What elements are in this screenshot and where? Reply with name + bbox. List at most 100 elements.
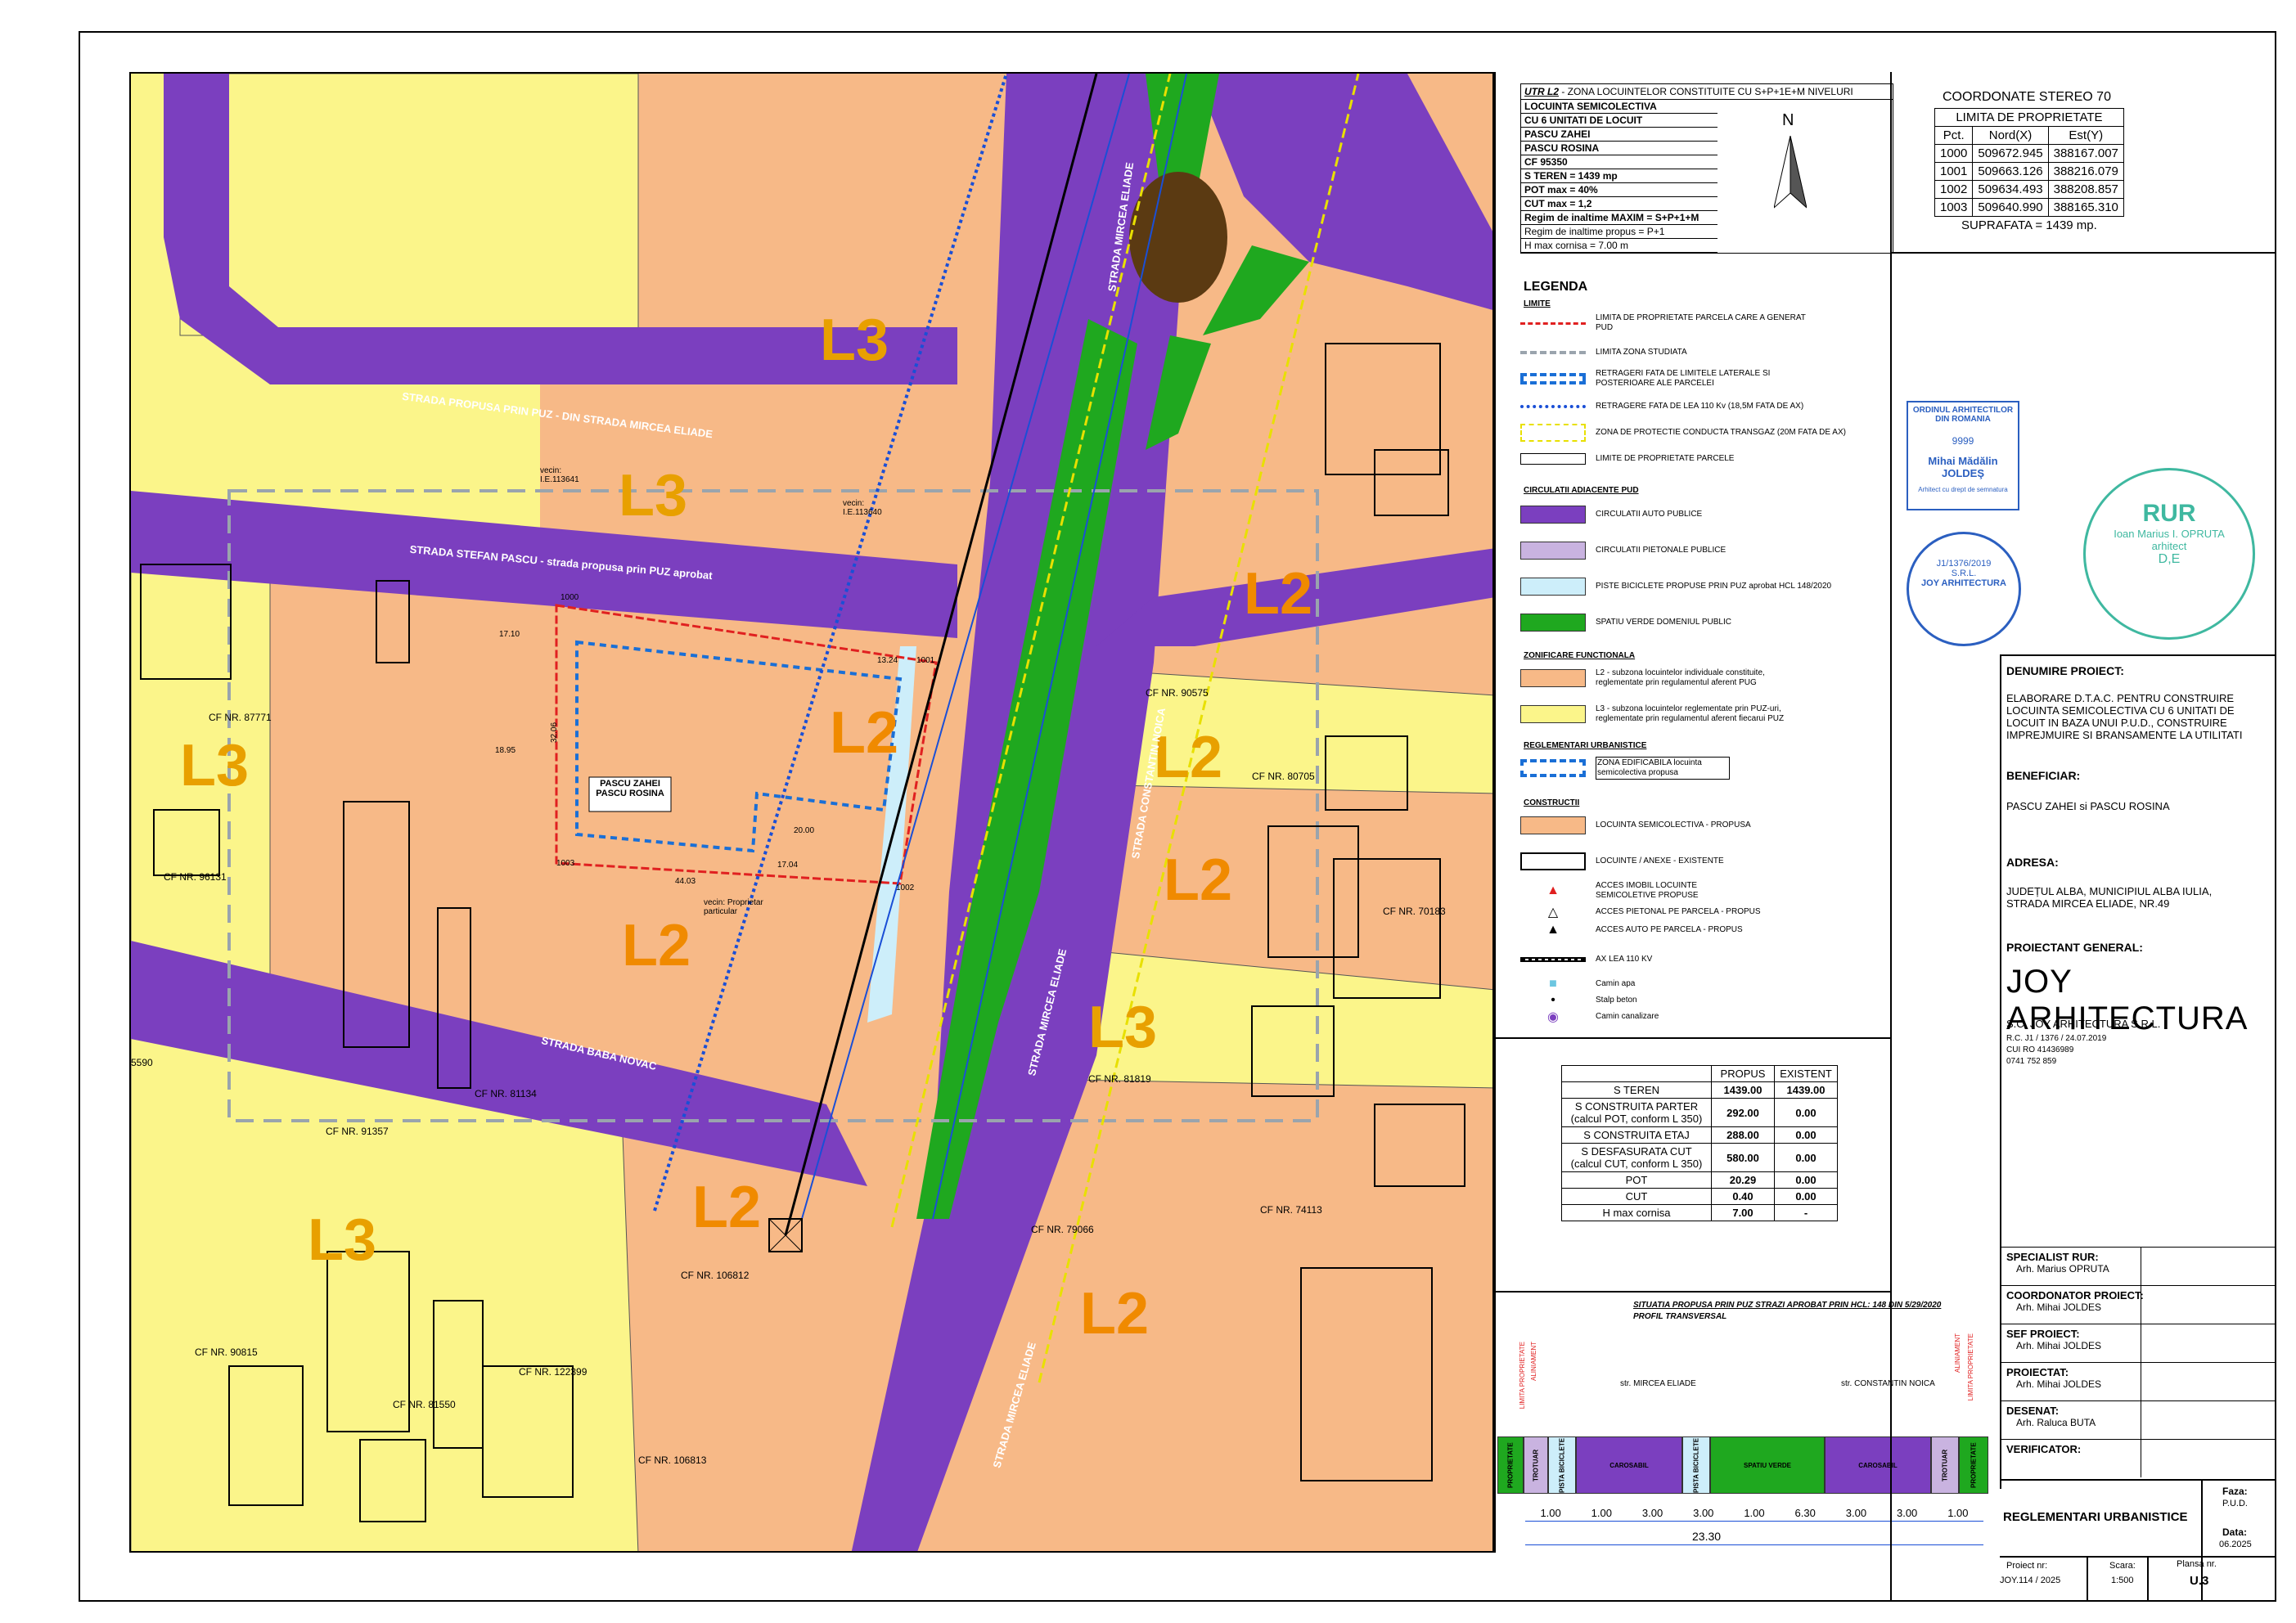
coords-cell: 509663.126 bbox=[1972, 162, 2049, 181]
general-label: PROIECTANT GENERAL: bbox=[2006, 941, 2143, 954]
coords-cell: 509634.493 bbox=[1972, 180, 2049, 199]
cf-label: CF NR. 106813 bbox=[638, 1454, 707, 1466]
profile-dim: 3.00 bbox=[1830, 1507, 1882, 1522]
plan-title: REGLEMENTARI URBANISTICE bbox=[2003, 1510, 2188, 1524]
coords-cell: 509640.990 bbox=[1972, 198, 2049, 217]
company-rc: R.C. J1 / 1376 / 24.07.2019 bbox=[2006, 1034, 2107, 1043]
legend-item: AX LEA 110 KV bbox=[1520, 949, 1652, 970]
coords-header: Pct. bbox=[1934, 126, 1974, 145]
scara: 1:500 bbox=[2111, 1576, 2134, 1585]
signature-label: SEF PROIECT: bbox=[2006, 1328, 2080, 1340]
stats-cell: - bbox=[1774, 1204, 1838, 1221]
cf-label: CF NR. 87771 bbox=[209, 712, 272, 723]
project-name: ELABORARE D.T.A.C. PENTRU CONSTRUIRE LOC… bbox=[2006, 692, 2243, 741]
signature-row: PROIECTAT: Arh. Mihai JOLDES bbox=[2000, 1362, 2276, 1400]
dimension-label: 20.00 bbox=[794, 826, 815, 835]
signature-label: VERIFICATOR: bbox=[2006, 1443, 2082, 1455]
coords-cell: 1003 bbox=[1934, 198, 1974, 217]
profile-limit-label: ALINIAMENT bbox=[1530, 1342, 1537, 1382]
faza-label: Faza: bbox=[2222, 1486, 2248, 1497]
dimension-label: 17.10 bbox=[499, 630, 520, 639]
coords-cell: 388167.007 bbox=[2047, 144, 2124, 163]
zone-label-l3: L3 bbox=[180, 733, 250, 798]
signature-label: COORDONATOR PROIECT: bbox=[2006, 1289, 2144, 1302]
point-label: 1002 bbox=[896, 883, 915, 892]
info-line: Regim de inaltime propus = P+1 bbox=[1521, 225, 1717, 239]
stats-row: S TEREN 1439.00 1439.00 bbox=[1561, 1081, 1838, 1099]
stats-cell: S CONSTRUITA PARTER (calcul POT, conform… bbox=[1561, 1098, 1712, 1127]
scara-label: Scara: bbox=[2109, 1561, 2136, 1571]
profile-band: TROTUAR bbox=[1524, 1436, 1548, 1494]
plansa-label: Plansa nr. bbox=[2177, 1559, 2217, 1569]
brown-feature bbox=[1129, 172, 1227, 303]
profile-dim: 1.00 bbox=[1525, 1507, 1577, 1522]
stats-row: S CONSTRUITA ETAJ 288.00 0.00 bbox=[1561, 1126, 1838, 1144]
profile-total: 23.30 bbox=[1692, 1530, 1722, 1543]
legend-item: PISTE BICICLETE PROPUSE PRIN PUZ aprobat… bbox=[1520, 576, 1831, 597]
stats-cell: 292.00 bbox=[1711, 1098, 1775, 1127]
info-line: CF 95350 bbox=[1521, 155, 1717, 169]
info-line: CU 6 UNITATI DE LOCUIT bbox=[1521, 114, 1717, 128]
legend-section: REGLEMENTARI URBANISTICE bbox=[1524, 741, 1647, 750]
coords-cell: 1001 bbox=[1934, 162, 1974, 181]
cf-label: CF NR. 74113 bbox=[1260, 1204, 1322, 1216]
legend-item: LIMITA ZONA STUDIATA bbox=[1520, 342, 1687, 363]
stats-cell: 20.29 bbox=[1711, 1171, 1775, 1189]
l3-block bbox=[179, 74, 639, 336]
info-line: PASCU ZAHEI bbox=[1521, 128, 1717, 142]
site-plan-map: L3 L3 L2 L2 L3 L2 L2 L2 L3 L2 L3 L2 STRA… bbox=[129, 72, 1494, 1553]
stats-header bbox=[1561, 1065, 1712, 1082]
signature-name: Arh. Mihai JOLDES bbox=[2016, 1378, 2102, 1390]
zone-label-l2: L2 bbox=[1164, 847, 1233, 913]
dimension-label: 32.06 bbox=[550, 722, 560, 744]
zone-label-l3: L3 bbox=[1088, 995, 1158, 1060]
cf-label: CF NR. 91357 bbox=[326, 1126, 389, 1137]
legend-item: LOCUINTE / ANEXE - EXISTENTE bbox=[1520, 851, 1724, 872]
dimension-label: 18.95 bbox=[495, 746, 516, 755]
coords-row: 1000 509672.945 388167.007 bbox=[1934, 144, 2124, 163]
stats-cell: 0.40 bbox=[1711, 1188, 1775, 1205]
zone-label-l2: L2 bbox=[1080, 1281, 1150, 1347]
signature-name: Arh. Mihai JOLDES bbox=[2016, 1340, 2102, 1351]
legend-item: LOCUINTA SEMICOLECTIVA - PROPUSA bbox=[1520, 815, 1751, 836]
utr-box: UTR L2 - ZONA LOCUINTELOR CONSTITUITE CU… bbox=[1520, 83, 1893, 254]
legend-item: LIMITA DE PROPRIETATE PARCELA CARE A GEN… bbox=[1520, 312, 1808, 334]
proiect-label: Proiect nr: bbox=[2006, 1561, 2048, 1571]
legend-item: ◉ Camin canalizare bbox=[1547, 1010, 1659, 1024]
info-line: S TEREN = 1439 mp bbox=[1521, 169, 1717, 183]
adresa: JUDEȚUL ALBA, MUNICIPIUL ALBA IULIA, STR… bbox=[2006, 885, 2213, 910]
coords-header: Nord(X) bbox=[1972, 126, 2049, 145]
coords-cell: 509672.945 bbox=[1972, 144, 2049, 163]
company-phone: 0741 752 859 bbox=[2006, 1057, 2057, 1066]
cf-label: CF NR. 70183 bbox=[1383, 906, 1446, 917]
cf-label: CF NR. 79066 bbox=[1031, 1224, 1094, 1235]
point-label: 1003 bbox=[556, 859, 575, 868]
stats-row: S CONSTRUITA PARTER (calcul POT, conform… bbox=[1561, 1098, 1838, 1127]
legend-item: RETRAGERI FATA DE LIMITELE LATERALE SI P… bbox=[1520, 368, 1808, 389]
stats-cell: 288.00 bbox=[1711, 1126, 1775, 1144]
coords-row: 1003 509640.990 388165.310 bbox=[1934, 198, 2124, 217]
profile-subtitle: PROFIL TRANSVERSAL bbox=[1633, 1312, 1727, 1321]
info-lines: LOCUINTA SEMICOLECTIVA CU 6 UNITATI DE LO… bbox=[1521, 100, 1717, 253]
owner-label: PASCU ZAHEI PASCU ROSINA bbox=[596, 779, 664, 798]
stats-cell: 1439.00 bbox=[1711, 1081, 1775, 1099]
info-line: PASCU ROSINA bbox=[1521, 142, 1717, 155]
adresa-label: ADRESA: bbox=[2006, 856, 2059, 869]
profile-band: PISTA BICICLETE bbox=[1548, 1436, 1576, 1494]
legend-item: ▲ ACCES IMOBIL LOCUINTE SEMICOLETIVE PROP… bbox=[1546, 881, 1699, 900]
legend-item: CIRCULATII AUTO PUBLICE bbox=[1520, 504, 1702, 525]
legend-item: SPATIU VERDE DOMENIUL PUBLIC bbox=[1520, 612, 1731, 633]
beneficiar-label: BENEFICIAR: bbox=[2006, 769, 2081, 782]
coords-cell: 388165.310 bbox=[2047, 198, 2124, 217]
utr-title: - ZONA LOCUINTELOR CONSTITUITE CU S+P+1E… bbox=[1559, 86, 1853, 97]
north-label: N bbox=[1782, 111, 1794, 129]
stats-header: EXISTENT bbox=[1774, 1065, 1838, 1082]
stats-cell: 580.00 bbox=[1711, 1143, 1775, 1172]
signature-row: COORDONATOR PROIECT: Arh. Mihai JOLDES bbox=[2000, 1285, 2276, 1324]
legend-item: ▲ ACCES AUTO PE PARCELA - PROPUS bbox=[1546, 923, 1743, 937]
coords-row: 1002 509634.493 388208.857 bbox=[1934, 180, 2124, 199]
proiect-nr: JOY.114 / 2025 bbox=[2000, 1576, 2061, 1585]
legend-section: CONSTRUCTII bbox=[1524, 798, 1580, 807]
info-line: POT max = 40% bbox=[1521, 183, 1717, 197]
cf-label: CF NR. 81134 bbox=[475, 1088, 537, 1099]
